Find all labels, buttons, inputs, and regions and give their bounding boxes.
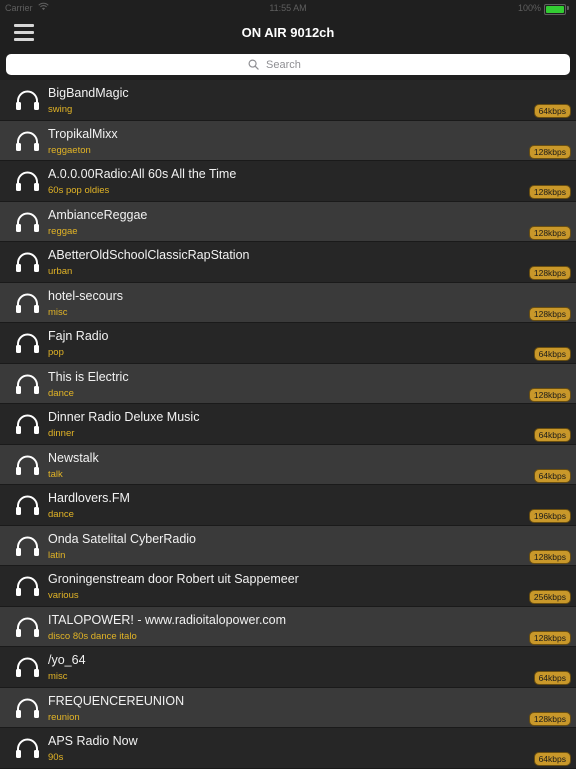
station-row[interactable]: BigBandMagic swing 64kbps	[0, 80, 576, 121]
station-name: hotel-secours	[48, 288, 124, 303]
station-name: Dinner Radio Deluxe Music	[48, 410, 200, 424]
station-row[interactable]: Hardlovers.FM dance 196kbps	[0, 485, 576, 526]
headphones-icon	[16, 495, 39, 515]
station-name: Hardlovers.FM	[48, 491, 130, 505]
battery-icon	[544, 4, 566, 15]
headphones-icon	[16, 131, 39, 151]
station-name: APS Radio Now	[48, 734, 138, 748]
station-row[interactable]: TropikalMixx reggaeton 128kbps	[0, 120, 576, 161]
station-genre: latin	[48, 549, 66, 561]
headphones-icon	[16, 333, 39, 353]
station-name: Groningenstream door Robert uit Sappemee…	[48, 572, 299, 586]
headphones-icon	[16, 698, 39, 718]
headphones-icon	[16, 657, 39, 677]
station-name: A.0.0.00Radio:All 60s All the Time	[48, 167, 237, 181]
bitrate-badge: 128kbps	[528, 266, 571, 280]
search-bar[interactable]	[6, 54, 570, 75]
bitrate-badge: 128kbps	[528, 306, 571, 321]
station-name: TropikalMixx	[48, 126, 118, 141]
headphones-icon	[16, 171, 39, 191]
station-name: /yo_64	[48, 653, 86, 667]
bitrate-badge: 64kbps	[533, 468, 571, 483]
station-genre: dance	[48, 509, 74, 520]
station-name: This is Electric	[48, 369, 129, 384]
station-genre: dance	[48, 387, 74, 399]
bitrate-badge: 196kbps	[528, 509, 571, 523]
page-title: ON AIR 9012ch	[241, 25, 335, 40]
headphones-icon	[16, 293, 39, 313]
station-row[interactable]: Fajn Radio pop 64kbps	[0, 323, 576, 364]
headphones-icon	[16, 738, 39, 758]
station-genre: misc	[48, 306, 68, 318]
station-genre: dinner	[48, 428, 75, 439]
station-list: BigBandMagic swing 64kbps TropikalMixx r…	[0, 80, 576, 769]
bitrate-badge: 128kbps	[528, 185, 571, 199]
station-name: BigBandMagic	[48, 86, 129, 100]
station-row[interactable]: AmbianceReggae reggae 128kbps	[0, 201, 576, 242]
bitrate-badge: 128kbps	[528, 630, 571, 645]
headphones-icon	[16, 212, 39, 232]
status-bar: Carrier 11:55 AM 100%	[0, 0, 576, 16]
station-genre: reggae	[48, 225, 78, 237]
bitrate-badge: 128kbps	[528, 225, 571, 240]
bitrate-badge: 128kbps	[528, 549, 571, 564]
headphones-icon	[16, 455, 39, 475]
headphones-icon	[16, 576, 39, 596]
battery-level-fill	[546, 6, 564, 13]
station-row[interactable]: Onda Satelital CyberRadio latin 128kbps	[0, 525, 576, 566]
station-genre: various	[48, 590, 79, 601]
clock-label: 11:55 AM	[269, 3, 307, 13]
station-genre: reggaeton	[48, 144, 91, 156]
battery-tip	[567, 6, 569, 10]
search-icon	[248, 59, 259, 70]
station-genre: pop	[48, 347, 64, 358]
search-input[interactable]	[264, 57, 328, 72]
station-row[interactable]: APS Radio Now 90s 64kbps	[0, 728, 576, 769]
bitrate-badge: 128kbps	[528, 387, 571, 402]
station-name: Newstalk	[48, 450, 99, 465]
battery-percent: 100%	[517, 3, 541, 13]
headphones-icon	[16, 374, 39, 394]
bitrate-badge: 64kbps	[533, 347, 571, 361]
station-row[interactable]: /yo_64 misc 64kbps	[0, 647, 576, 688]
station-row[interactable]: Groningenstream door Robert uit Sappemee…	[0, 566, 576, 607]
station-row[interactable]: This is Electric dance 128kbps	[0, 363, 576, 404]
station-genre: swing	[48, 104, 73, 115]
station-row[interactable]: ITALOPOWER! - www.radioitalopower.com di…	[0, 606, 576, 647]
bitrate-badge: 64kbps	[533, 752, 571, 766]
headphones-icon	[16, 90, 39, 110]
search-container	[0, 48, 576, 80]
station-name: ITALOPOWER! - www.radioitalopower.com	[48, 612, 287, 627]
station-genre: misc	[48, 671, 68, 682]
headphones-icon	[16, 536, 39, 556]
bitrate-badge: 64kbps	[533, 104, 571, 118]
station-row[interactable]: A.0.0.00Radio:All 60s All the Time 60s p…	[0, 161, 576, 202]
station-genre: 60s pop oldies	[48, 185, 110, 196]
station-genre: talk	[48, 468, 63, 480]
station-row[interactable]: Newstalk talk 64kbps	[0, 444, 576, 485]
station-row[interactable]: Dinner Radio Deluxe Music dinner 64kbps	[0, 404, 576, 445]
station-genre: urban	[48, 266, 73, 277]
bitrate-badge: 64kbps	[533, 428, 571, 442]
bitrate-badge: 256kbps	[528, 590, 571, 604]
station-genre: disco 80s dance italo	[48, 630, 137, 642]
headphones-icon	[16, 617, 39, 637]
bitrate-badge: 128kbps	[528, 144, 571, 159]
navigation-bar: ON AIR 9012ch	[0, 16, 576, 48]
station-name: FREQUENCEREUNION	[48, 693, 185, 708]
bitrate-badge: 64kbps	[533, 671, 571, 685]
headphones-icon	[16, 252, 39, 272]
station-name: Onda Satelital CyberRadio	[48, 531, 196, 546]
station-name: AmbianceReggae	[48, 207, 148, 222]
bitrate-badge: 128kbps	[528, 711, 571, 726]
station-name: ABetterOldSchoolClassicRapStation	[48, 248, 250, 262]
station-row[interactable]: FREQUENCEREUNION reunion 128kbps	[0, 687, 576, 728]
station-row[interactable]: hotel-secours misc 128kbps	[0, 282, 576, 323]
station-genre: 90s	[48, 752, 64, 763]
station-row[interactable]: ABetterOldSchoolClassicRapStation urban …	[0, 242, 576, 283]
headphones-icon	[16, 414, 39, 434]
station-genre: reunion	[48, 711, 80, 723]
station-name: Fajn Radio	[48, 329, 109, 343]
